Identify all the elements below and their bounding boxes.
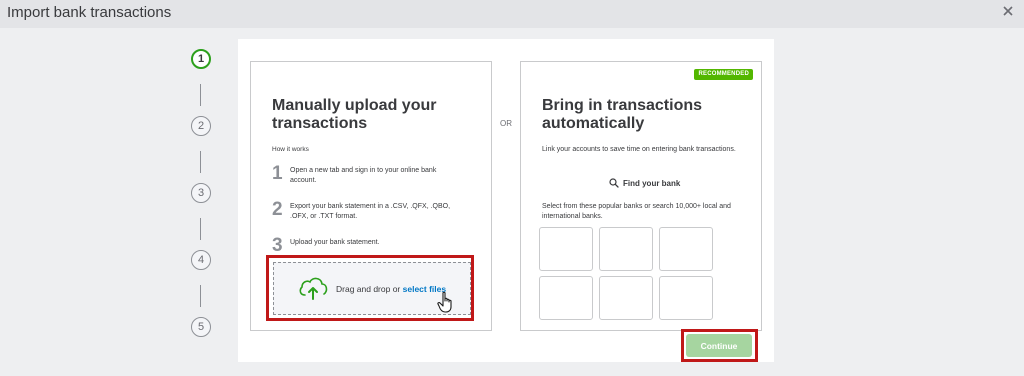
bank-tile[interactable]	[599, 227, 653, 271]
search-icon	[609, 178, 619, 188]
bank-tile[interactable]	[659, 227, 713, 271]
or-divider: OR	[500, 119, 512, 128]
step-connector	[200, 151, 201, 173]
bank-tile[interactable]	[539, 227, 593, 271]
title-bar: Import bank transactions	[0, 0, 1024, 28]
find-your-bank-label: Find your bank	[623, 178, 681, 188]
recommended-badge: RECOMMENDED	[694, 69, 753, 80]
continue-highlight	[681, 329, 758, 362]
how-it-works-label: How it works	[272, 146, 309, 153]
instruction-number: 3	[272, 235, 283, 256]
step-2: 2	[191, 116, 211, 136]
step-1: 1	[191, 49, 211, 69]
step-connector	[200, 285, 201, 307]
bank-tile[interactable]	[539, 276, 593, 320]
instruction-number: 2	[272, 199, 283, 220]
banks-description: Select from these popular banks or searc…	[542, 203, 731, 220]
step-3: 3	[191, 183, 211, 203]
bank-tile[interactable]	[659, 276, 713, 320]
step-connector	[200, 218, 201, 240]
step-4: 4	[191, 250, 211, 270]
auto-connect-description: Link your accounts to save time on enter…	[542, 146, 736, 153]
step-indicator: 1 2 3 4 5	[188, 46, 214, 346]
instruction-number: 1	[272, 163, 283, 184]
instruction-text: Upload your bank statement.	[290, 239, 380, 246]
find-your-bank-button[interactable]: Find your bank	[609, 178, 680, 188]
step-connector	[200, 84, 201, 106]
close-icon[interactable]	[1000, 3, 1016, 19]
step-5: 5	[191, 317, 211, 337]
auto-connect-heading: Bring in transactions automatically	[542, 97, 703, 132]
instruction-text: Export your bank statement in a .CSV, .Q…	[290, 203, 451, 220]
auto-connect-card: RECOMMENDED Bring in transactions automa…	[520, 61, 762, 331]
dialog-title: Import bank transactions	[7, 4, 172, 21]
instruction-text: Open a new tab and sign in to your onlin…	[290, 167, 437, 184]
drop-zone-highlight	[266, 255, 474, 321]
manual-upload-heading: Manually upload your transactions	[272, 97, 437, 132]
bank-tile[interactable]	[599, 276, 653, 320]
